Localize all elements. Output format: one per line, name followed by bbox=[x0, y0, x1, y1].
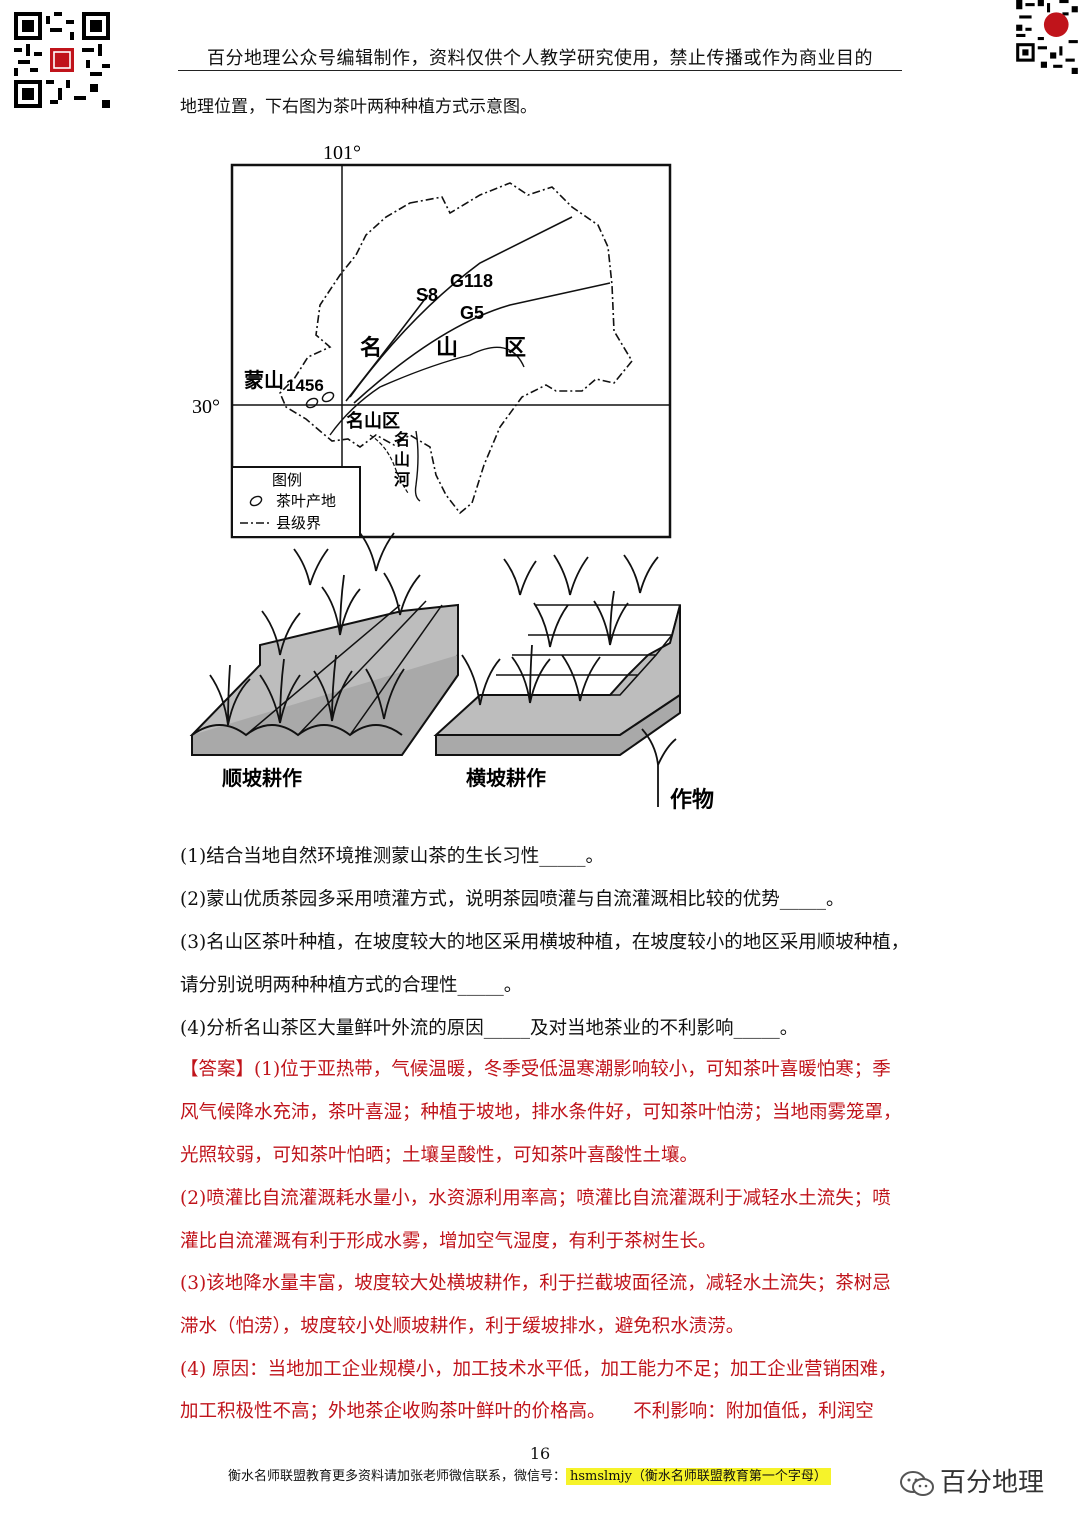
answer-4-line-1: (4) 原因：当地加工企业规模小，加工技术水平低，加工能力不足；加工企业营销困难… bbox=[180, 1359, 897, 1380]
county-label: 名山区 bbox=[346, 410, 400, 431]
legend-boundary-label: 县级界 bbox=[276, 515, 321, 532]
header-divider bbox=[178, 70, 902, 71]
road-label-g5: G5 bbox=[460, 303, 484, 323]
footer-text: 衡水名师联盟教育更多资料请加张老师微信联系，微信号： bbox=[228, 1469, 567, 1484]
legend-title: 图例 bbox=[272, 472, 302, 489]
brand-watermark: 百分地理 bbox=[900, 1462, 1044, 1499]
brand-name: 百分地理 bbox=[940, 1468, 1045, 1498]
figure: 101° 30° G118 S8 G5 名 山 区 蒙山 1456 名山区 名 … bbox=[189, 142, 714, 812]
down-slope-label: 顺坡耕作 bbox=[222, 766, 302, 790]
answer-1-line-1: 【答案】(1)位于亚热带，气候温暖，冬季受低温寒潮影响较小，可知茶叶喜暖怕寒；季 bbox=[180, 1055, 910, 1081]
down-slope-block bbox=[189, 600, 459, 756]
answer-2-line-1: (2)喷灌比自流灌溉耗水量小，水资源利用率高；喷灌比自流灌溉利于减轻水土流失；喷 bbox=[180, 1188, 891, 1209]
river-label-1: 名 bbox=[394, 430, 410, 449]
footer-wechat-id: hsmslmjy（衡水名师联盟教育第一个字母） bbox=[566, 1468, 831, 1485]
road-label-s8: S8 bbox=[416, 285, 438, 305]
road-label-g118: G118 bbox=[450, 271, 493, 291]
river-label-3: 河 bbox=[394, 470, 410, 489]
answer-3-line-1: (3)该地降水量丰富，坡度较大处横坡耕作，利于拦截坡面径流，减轻水土流失；茶树忌 bbox=[180, 1273, 891, 1294]
question-3-line-2: 请分别说明两种种植方式的合理性_____。 bbox=[180, 975, 523, 996]
question-4: (4)分析名山茶区大量鲜叶外流的原因_____及对当地茶业的不利影响_____。 bbox=[180, 1018, 799, 1039]
answer-tag: 【答案】 bbox=[180, 1059, 255, 1080]
answer-2-line-2: 灌比自流灌溉有利于形成水雾，增加空气湿度，有利于茶树生长。 bbox=[180, 1231, 717, 1252]
region-label-3: 区 bbox=[504, 335, 526, 360]
intro-text: 地理位置，下右图为茶叶两种种植方式示意图。 bbox=[180, 97, 537, 117]
answer-1-line-3: 光照较弱，可知茶叶怕晒；土壤呈酸性，可知茶叶喜酸性土壤。 bbox=[180, 1145, 699, 1166]
footer: 衡水名师联盟教育更多资料请加张老师微信联系，微信号： hsmslmjy（衡水名师联… bbox=[228, 1465, 831, 1485]
cross-slope-block bbox=[433, 604, 682, 756]
farming-diagram: 顺坡耕作 横坡耕作 作物 bbox=[189, 532, 714, 812]
qr-code-right bbox=[1016, 0, 1078, 74]
longitude-label: 101° bbox=[323, 142, 361, 164]
crop-label: 作物 bbox=[670, 787, 714, 812]
answer-1-text: (1)位于亚热带，气候温暖，冬季受低温寒潮影响较小，可知茶叶喜暖怕寒；季 bbox=[254, 1059, 891, 1080]
elevation-label: 1456 bbox=[286, 376, 324, 395]
page-number: 16 bbox=[529, 1444, 551, 1463]
question-1: (1)结合当地自然环境推测蒙山茶的生长习性_____。 bbox=[180, 846, 604, 867]
river-label-2: 山 bbox=[394, 451, 410, 469]
region-label-2: 山 bbox=[436, 335, 458, 360]
question-2: (2)蒙山优质茶园多采用喷灌方式，说明茶园喷灌与自流灌溉相比较的优势_____。 bbox=[180, 889, 845, 910]
answer-4-line-2: 加工积极性不高；外地茶企收购茶叶鲜叶的价格高。 不利影响：附加值低，利润空 bbox=[180, 1401, 874, 1422]
mountain-label: 蒙山 bbox=[244, 369, 284, 392]
qr-code-left bbox=[14, 12, 110, 108]
cross-slope-label: 横坡耕作 bbox=[466, 766, 546, 790]
tea-region-map: 101° 30° G118 S8 G5 名 山 区 蒙山 1456 名山区 名 … bbox=[192, 142, 672, 539]
region-label-1: 名 bbox=[360, 335, 382, 360]
page-header: 百分地理公众号编辑制作，资料仅供个人教学研究使用，禁止传播或作为商业目的 bbox=[207, 48, 873, 69]
answer-3-line-2: 滞水（怕涝），坡度较小处顺坡耕作，利于缓坡排水，避免积水渍涝。 bbox=[180, 1316, 745, 1337]
answer-1-line-2: 风气候降水充沛，茶叶喜湿；种植于坡地，排水条件好，可知茶叶怕涝；当地雨雾笼罩， bbox=[180, 1102, 902, 1123]
legend-tea-label: 茶叶产地 bbox=[276, 493, 336, 510]
question-3-line-1: (3)名山区茶叶种植，在坡度较大的地区采用横坡种植，在坡度较小的地区采用顺坡种植… bbox=[180, 932, 910, 953]
latitude-label: 30° bbox=[192, 396, 220, 418]
wechat-icon bbox=[900, 1470, 934, 1496]
